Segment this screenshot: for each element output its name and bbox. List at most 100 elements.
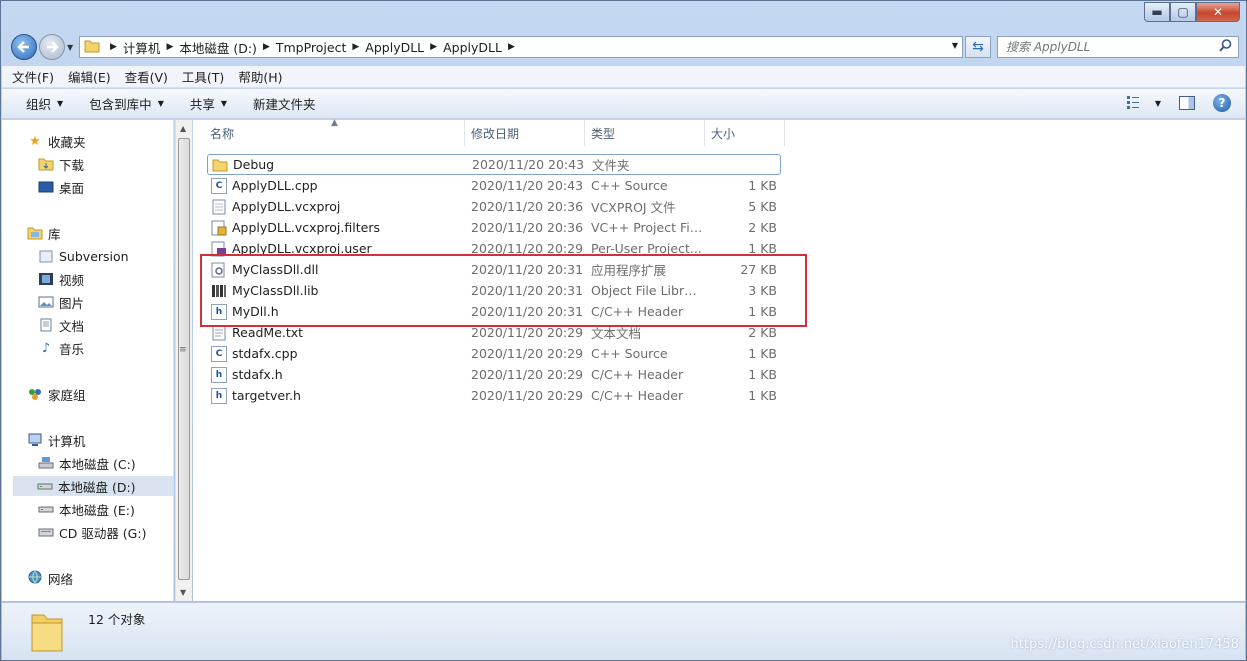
refresh-icon: ⇆: [972, 39, 984, 55]
column-date-label: 修改日期: [471, 126, 520, 141]
breadcrumb: ▶ 计算机 ▶ 本地磁盘 (D:) ▶ TmpProject ▶ ApplyDL…: [104, 38, 521, 57]
nav-network[interactable]: 网络: [27, 568, 73, 588]
nav-documents-label: 文档: [59, 318, 85, 334]
nav-music[interactable]: ♪ 音乐: [38, 338, 84, 358]
help-button[interactable]: ?: [1213, 94, 1231, 112]
file-name: ApplyDLL.vcxproj: [232, 199, 341, 214]
file-name: stdafx.h: [232, 367, 283, 382]
back-button[interactable]: [11, 34, 37, 60]
view-details-icon: [1126, 95, 1139, 109]
search-icon[interactable]: [1219, 39, 1232, 56]
scroll-up-icon[interactable]: ▲: [180, 124, 186, 133]
chevron-right-icon[interactable]: ▶: [352, 42, 359, 52]
navigation-scrollbar[interactable]: ▲ ≡ ▼: [175, 120, 192, 601]
preview-pane-button[interactable]: [1179, 96, 1195, 110]
details-pane: 12 个对象 https://blog.csdn.net/xiaofen1745…: [2, 602, 1245, 660]
nav-computer[interactable]: 计算机: [27, 430, 86, 450]
menu-view[interactable]: 查看(V): [125, 67, 168, 86]
chevron-right-icon[interactable]: ▶: [110, 42, 117, 52]
file-size: 5 KB: [748, 199, 777, 214]
nav-favorites[interactable]: ★ 收藏夹: [27, 131, 86, 151]
scrollbar-grip-icon: ≡: [179, 345, 187, 355]
watermark: https://blog.csdn.net/xiaofen17458: [1010, 637, 1239, 652]
include-in-library-button[interactable]: 包含到库中 ▼: [89, 94, 164, 113]
organize-button[interactable]: 组织 ▼: [26, 94, 63, 113]
drive-icon: [38, 501, 54, 517]
folder-icon: [84, 39, 100, 56]
minimize-button[interactable]: ▬: [1144, 2, 1170, 22]
nav-videos[interactable]: 视频: [38, 269, 84, 289]
refresh-button[interactable]: ⇆: [965, 36, 991, 58]
file-type: VC++ Project Fil...: [591, 220, 703, 235]
column-header-date[interactable]: 修改日期: [465, 120, 585, 146]
nav-music-label: 音乐: [59, 341, 85, 357]
new-folder-label: 新建文件夹: [253, 97, 316, 112]
share-label: 共享: [189, 97, 215, 112]
document-icon: [38, 317, 54, 333]
file-type: 文件夹: [592, 158, 630, 173]
file-name: ReadMe.txt: [232, 325, 304, 340]
file-size: 1 KB: [748, 388, 777, 403]
change-view-button[interactable]: [1126, 95, 1145, 112]
drive-icon: [37, 478, 53, 494]
search-box[interactable]: [997, 36, 1239, 58]
breadcrumb-tmpproject[interactable]: TmpProject: [276, 40, 347, 55]
file-row[interactable]: Debug 2020/11/20 20:43 文件夹: [207, 154, 781, 175]
nav-downloads[interactable]: 下载: [38, 154, 84, 174]
file-size: 1 KB: [748, 178, 777, 193]
picture-icon: [38, 294, 54, 310]
item-count: 12 个对象: [88, 612, 146, 627]
column-header-type[interactable]: 类型: [585, 120, 705, 146]
chevron-right-icon[interactable]: ▶: [263, 42, 270, 52]
nav-drive-e[interactable]: 本地磁盘 (E:): [38, 499, 135, 519]
file-type: C++ Source: [591, 178, 668, 193]
breadcrumb-applydll-current[interactable]: ApplyDLL: [443, 40, 502, 55]
search-input[interactable]: [1004, 38, 1214, 56]
menu-help[interactable]: 帮助(H): [238, 67, 282, 86]
nav-documents[interactable]: 文档: [38, 315, 84, 335]
scroll-down-icon[interactable]: ▼: [180, 588, 186, 597]
column-header-name[interactable]: 名称: [204, 120, 465, 146]
address-history-dropdown[interactable]: ▼: [952, 41, 958, 50]
chevron-right-icon[interactable]: ▶: [430, 42, 437, 52]
close-button[interactable]: ✕: [1196, 2, 1240, 22]
downloads-folder-icon: [38, 156, 54, 172]
nav-desktop[interactable]: 桌面: [38, 177, 84, 197]
new-folder-button[interactable]: 新建文件夹: [253, 94, 316, 113]
breadcrumb-applydll[interactable]: ApplyDLL: [365, 40, 424, 55]
menu-edit[interactable]: 编辑(E): [68, 67, 111, 86]
document-icon: [211, 199, 227, 215]
nav-libraries[interactable]: 库: [27, 223, 61, 243]
file-date: 2020/11/20 20:43: [472, 157, 585, 172]
file-date: 2020/11/20 20:29: [471, 325, 584, 340]
header-file-icon: h: [211, 366, 227, 383]
breadcrumb-computer[interactable]: 计算机: [123, 38, 161, 57]
recent-pages-dropdown[interactable]: ▼: [67, 43, 73, 52]
menu-file[interactable]: 文件(F): [12, 67, 54, 86]
column-header-size[interactable]: 大小: [705, 120, 785, 146]
nav-computer-label: 计算机: [48, 433, 86, 449]
address-bar[interactable]: ▶ 计算机 ▶ 本地磁盘 (D:) ▶ TmpProject ▶ ApplyDL…: [79, 36, 963, 58]
nav-drive-c[interactable]: 本地磁盘 (C:): [38, 453, 136, 473]
forward-button[interactable]: [39, 34, 65, 60]
nav-drive-g[interactable]: CD 驱动器 (G:): [38, 522, 146, 542]
nav-favorites-label: 收藏夹: [48, 134, 86, 150]
network-icon: [27, 570, 43, 586]
share-button[interactable]: 共享 ▼: [190, 94, 227, 113]
nav-drive-d[interactable]: 本地磁盘 (D:): [13, 476, 173, 496]
chevron-down-icon: ▼: [157, 99, 164, 108]
file-date: 2020/11/20 20:43: [471, 178, 584, 193]
arrow-left-icon: [17, 41, 29, 53]
scrollbar-thumb[interactable]: [178, 138, 190, 580]
maximize-button[interactable]: ▢: [1170, 2, 1196, 22]
chevron-right-icon[interactable]: ▶: [166, 42, 173, 52]
breadcrumb-drive-d[interactable]: 本地磁盘 (D:): [179, 38, 257, 57]
file-type: C/C++ Header: [591, 367, 684, 382]
menu-tools[interactable]: 工具(T): [182, 67, 224, 86]
nav-pictures[interactable]: 图片: [38, 292, 84, 312]
nav-homegroup[interactable]: 家庭组: [27, 384, 86, 404]
nav-subversion[interactable]: Subversion: [38, 246, 129, 266]
view-options-dropdown[interactable]: ▼: [1155, 99, 1161, 108]
chevron-right-icon[interactable]: ▶: [508, 42, 515, 52]
desktop-icon: [38, 179, 54, 195]
